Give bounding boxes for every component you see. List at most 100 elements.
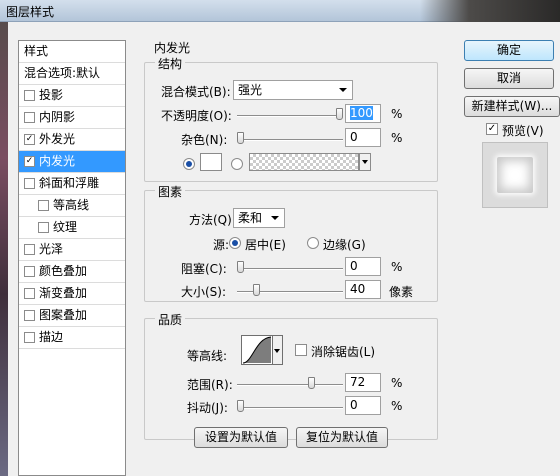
- gradient-mode-radio[interactable]: [231, 158, 243, 170]
- noise-label: 杂色(N):: [181, 133, 228, 147]
- opacity-slider-thumb[interactable]: [336, 108, 343, 120]
- style-item-checkbox[interactable]: [38, 222, 49, 233]
- style-item-checkbox[interactable]: [24, 310, 35, 321]
- style-item-label: 图案叠加: [39, 308, 88, 322]
- style-list: 样式 混合选项:默认 投影 内阴影 ✓ 外发光 ✓ 内发光 斜面和浮雕 等高线 纹理 光泽 颜色叠加…: [18, 40, 126, 476]
- noise-input[interactable]: 0: [345, 128, 381, 147]
- style-item[interactable]: 颜色叠加: [19, 261, 125, 283]
- style-item-checkbox[interactable]: ✓: [24, 156, 35, 167]
- style-item-checkbox[interactable]: [24, 266, 35, 277]
- style-item-checkbox[interactable]: [38, 200, 49, 211]
- structure-legend: 结构: [155, 55, 186, 72]
- style-item[interactable]: 图案叠加: [19, 305, 125, 327]
- style-item-label: 投影: [39, 88, 64, 102]
- range-unit: %: [391, 376, 403, 390]
- contour-curve-icon: [242, 336, 272, 364]
- style-item-checkbox[interactable]: [24, 178, 35, 189]
- size-slider[interactable]: [237, 284, 343, 296]
- style-item-checkbox[interactable]: ✓: [24, 134, 35, 145]
- method-select[interactable]: 柔和: [233, 208, 285, 228]
- style-item-label: 内发光: [39, 154, 76, 168]
- range-slider-thumb[interactable]: [308, 377, 315, 389]
- window-title: 图层样式: [6, 5, 55, 19]
- method-label: 方法(Q):: [189, 213, 236, 227]
- range-slider[interactable]: [237, 377, 343, 389]
- blend-options-item[interactable]: 混合选项:默认: [19, 63, 125, 85]
- source-edge-radio[interactable]: [307, 237, 319, 249]
- style-item[interactable]: 描边: [19, 327, 125, 349]
- contour-preview[interactable]: [241, 335, 273, 365]
- blend-mode-label: 混合模式(B):: [161, 85, 231, 99]
- source-center-label: 居中(E): [245, 238, 286, 252]
- opacity-label: 不透明度(O):: [161, 109, 232, 123]
- style-item[interactable]: 内阴影: [19, 107, 125, 129]
- chevron-down-icon: [339, 88, 347, 92]
- blend-mode-select[interactable]: 强光: [233, 80, 353, 100]
- opacity-unit: %: [391, 107, 403, 121]
- color-mode-radio[interactable]: [183, 158, 195, 170]
- chevron-down-icon: [362, 160, 368, 164]
- noise-slider[interactable]: [237, 132, 343, 144]
- source-edge-label: 边缘(G): [323, 238, 366, 252]
- size-slider-thumb[interactable]: [253, 284, 260, 296]
- source-label: 源:: [213, 238, 230, 252]
- style-item-label: 光泽: [39, 242, 64, 256]
- preview-swatch: [497, 157, 533, 193]
- opacity-input[interactable]: 100: [345, 104, 381, 123]
- elements-legend: 图素: [155, 183, 186, 200]
- layer-style-dialog: 样式 混合选项:默认 投影 内阴影 ✓ 外发光 ✓ 内发光 斜面和浮雕 等高线 纹理 光泽 颜色叠加…: [8, 22, 560, 476]
- size-label: 大小(S):: [181, 285, 227, 299]
- noise-slider-thumb[interactable]: [237, 132, 244, 144]
- style-item-checkbox[interactable]: [24, 288, 35, 299]
- style-item-label: 等高线: [53, 198, 90, 212]
- elements-group: 图素 方法(Q): 柔和 源: 居中(E) 边缘(G) 阻塞(C): 0 % 大…: [144, 183, 438, 302]
- chevron-down-icon: [271, 216, 279, 220]
- style-item[interactable]: 斜面和浮雕: [19, 173, 125, 195]
- antialias-checkbox[interactable]: [295, 344, 307, 356]
- style-list-header[interactable]: 样式: [19, 41, 125, 63]
- style-item[interactable]: 投影: [19, 85, 125, 107]
- style-item-label: 描边: [39, 330, 64, 344]
- range-label: 范围(R):: [187, 378, 233, 392]
- ok-button[interactable]: 确定: [464, 40, 554, 61]
- panel-title: 内发光: [154, 41, 191, 55]
- style-item[interactable]: 纹理: [19, 217, 125, 239]
- style-item-checkbox[interactable]: [24, 90, 35, 101]
- jitter-input[interactable]: 0: [345, 396, 381, 415]
- size-unit: 像素: [389, 285, 414, 299]
- reset-default-button[interactable]: 复位为默认值: [296, 427, 388, 448]
- contour-dropdown-button[interactable]: [273, 335, 283, 365]
- style-item-checkbox[interactable]: [24, 112, 35, 123]
- style-item[interactable]: 等高线: [19, 195, 125, 217]
- preview-checkbox[interactable]: ✓: [486, 123, 498, 135]
- title-bar-dark-area: [420, 0, 560, 22]
- preview-thumbnail: [482, 142, 548, 208]
- jitter-unit: %: [391, 399, 403, 413]
- style-item-checkbox[interactable]: [24, 244, 35, 255]
- choke-slider[interactable]: [237, 261, 343, 273]
- cancel-button[interactable]: 取消: [464, 68, 554, 89]
- style-item[interactable]: ✓ 内发光: [19, 151, 125, 173]
- style-item[interactable]: 渐变叠加: [19, 283, 125, 305]
- gradient-dropdown-button[interactable]: [359, 153, 371, 171]
- glow-gradient-picker[interactable]: [249, 153, 359, 171]
- source-center-radio[interactable]: [229, 237, 241, 249]
- style-item-checkbox[interactable]: [24, 332, 35, 343]
- choke-slider-thumb[interactable]: [237, 261, 244, 273]
- size-input[interactable]: 40: [345, 280, 381, 299]
- opacity-slider[interactable]: [237, 108, 343, 120]
- make-default-button[interactable]: 设置为默认值: [194, 427, 288, 448]
- jitter-label: 抖动(J):: [187, 401, 228, 415]
- chevron-down-icon: [274, 349, 280, 353]
- jitter-slider-thumb[interactable]: [237, 400, 244, 412]
- new-style-button[interactable]: 新建样式(W)...: [464, 96, 560, 117]
- choke-input[interactable]: 0: [345, 257, 381, 276]
- contour-label: 等高线:: [187, 349, 228, 363]
- title-bar: 图层样式: [0, 0, 560, 22]
- style-item[interactable]: ✓ 外发光: [19, 129, 125, 151]
- antialias-label: 消除锯齿(L): [311, 345, 376, 359]
- style-item[interactable]: 光泽: [19, 239, 125, 261]
- jitter-slider[interactable]: [237, 400, 343, 412]
- glow-color-swatch[interactable]: [200, 153, 222, 171]
- range-input[interactable]: 72: [345, 373, 381, 392]
